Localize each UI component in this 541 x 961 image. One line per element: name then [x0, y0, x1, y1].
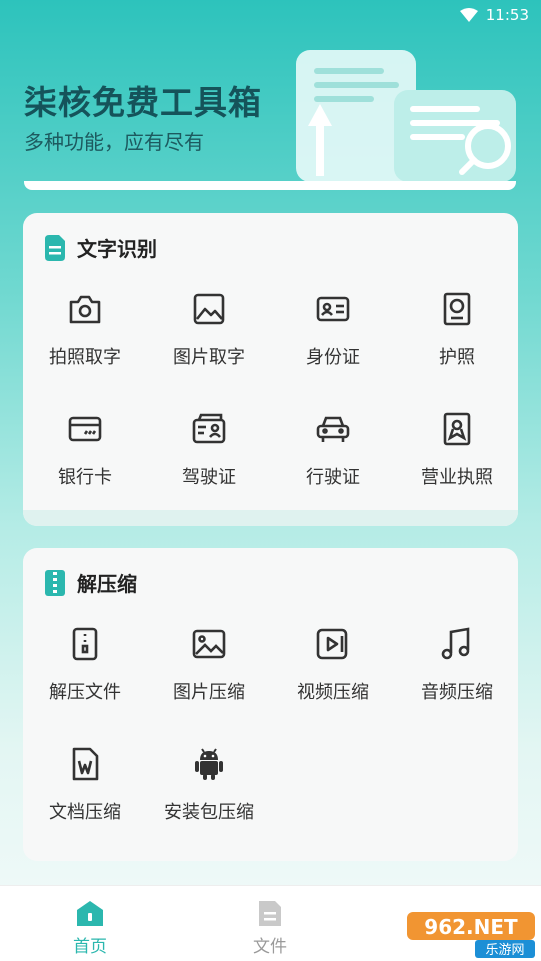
compress-item-label: 文档压缩 — [49, 802, 121, 823]
compress-item-apk[interactable]: 安装包压缩 — [147, 738, 271, 838]
car-icon — [316, 416, 350, 442]
home-icon — [77, 901, 103, 926]
music-note-icon — [441, 627, 470, 660]
svg-text:962.NET: 962.NET — [424, 915, 518, 939]
hero-banner: 柒核免费工具箱 多种功能，应有尽有 — [0, 30, 541, 190]
id-card-icon — [316, 296, 350, 322]
ocr-item-vehicle-license[interactable]: 行驶证 — [271, 403, 395, 503]
status-time: 11:53 — [485, 6, 529, 24]
compress-item-audio[interactable]: 音频压缩 — [395, 618, 519, 718]
compress-item-unzip[interactable]: 解压文件 — [23, 618, 147, 718]
app-subtitle: 多种功能，应有尽有 — [24, 130, 204, 154]
tab-home[interactable]: 首页 — [30, 886, 150, 961]
image-icon — [193, 293, 225, 325]
status-bar: 11:53 — [0, 0, 541, 30]
ocr-item-label: 行驶证 — [306, 467, 360, 488]
compress-item-label: 解压文件 — [49, 682, 121, 703]
ocr-item-label: 银行卡 — [58, 467, 112, 488]
document-scan-illustration-icon — [296, 50, 516, 182]
driver-license-icon — [192, 413, 226, 444]
ocr-item-id-card[interactable]: 身份证 — [271, 283, 395, 383]
image-compress-icon — [192, 629, 226, 659]
compress-item-label: 视频压缩 — [297, 682, 369, 703]
word-document-icon — [72, 747, 99, 781]
business-license-icon — [443, 412, 471, 446]
compress-section-card: 解压缩 解压文件 图片压缩 视频压缩 音频压缩 文档压缩 安装包压缩 — [23, 548, 518, 861]
ocr-item-photo[interactable]: 拍照取字 — [23, 283, 147, 383]
tab-files[interactable]: 文件 — [210, 886, 330, 961]
ocr-item-business-license[interactable]: 营业执照 — [395, 403, 519, 503]
passport-icon — [443, 292, 471, 326]
compress-item-label: 图片压缩 — [173, 682, 245, 703]
zip-file-icon — [72, 627, 98, 661]
document-icon — [45, 234, 65, 261]
compress-section-title: 解压缩 — [77, 572, 137, 596]
ocr-item-bank-card[interactable]: 银行卡 — [23, 403, 147, 503]
compress-item-image[interactable]: 图片压缩 — [147, 618, 271, 718]
video-compress-icon — [316, 628, 348, 660]
compress-item-document[interactable]: 文档压缩 — [23, 738, 147, 838]
ocr-section-card: 文字识别 拍照取字 图片取字 身份证 护照 银行卡 驾驶证 行驶证 营业执照 — [23, 213, 518, 526]
bank-card-icon — [68, 416, 102, 442]
ocr-item-image[interactable]: 图片取字 — [147, 283, 271, 383]
tab-home-label: 首页 — [73, 937, 107, 957]
camera-icon — [69, 295, 101, 324]
ocr-item-label: 拍照取字 — [49, 347, 121, 368]
compress-item-label: 安装包压缩 — [164, 802, 254, 823]
compress-item-label: 音频压缩 — [421, 682, 493, 703]
zip-archive-icon — [45, 569, 65, 596]
ocr-item-label: 图片取字 — [173, 347, 245, 368]
ocr-item-driver-license[interactable]: 驾驶证 — [147, 403, 271, 503]
app-title: 柒核免费工具箱 — [24, 83, 262, 122]
ocr-item-passport[interactable]: 护照 — [395, 283, 519, 383]
ocr-item-label: 身份证 — [306, 347, 360, 368]
ocr-section-header: 文字识别 — [45, 233, 157, 262]
ocr-item-label: 驾驶证 — [182, 467, 236, 488]
svg-text:乐游网: 乐游网 — [485, 943, 524, 958]
watermark-logo-icon: 962.NET 乐游网 — [407, 912, 535, 958]
compress-section-header: 解压缩 — [45, 568, 137, 597]
file-icon — [259, 901, 281, 926]
ocr-item-label: 护照 — [439, 347, 475, 368]
android-icon — [195, 748, 223, 780]
compress-item-video[interactable]: 视频压缩 — [271, 618, 395, 718]
tab-files-label: 文件 — [253, 937, 287, 957]
hero-divider — [24, 181, 516, 190]
card-wave-decoration — [23, 510, 518, 526]
wifi-icon — [459, 8, 478, 22]
ocr-item-label: 营业执照 — [421, 467, 493, 488]
ocr-section-title: 文字识别 — [77, 237, 157, 261]
